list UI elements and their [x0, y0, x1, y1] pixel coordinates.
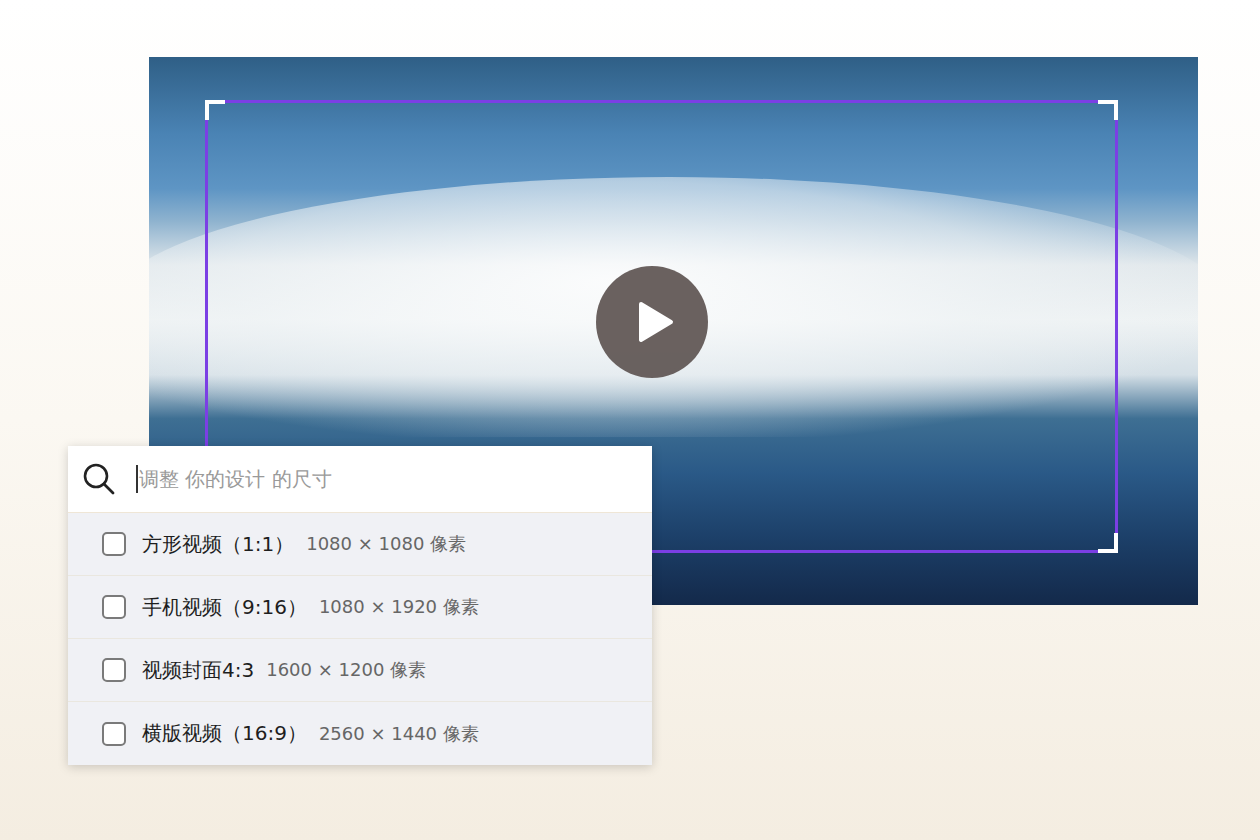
size-option[interactable]: 横版视频（16:9） 2560 × 1440 像素: [68, 702, 652, 765]
option-size: 1600 × 1200 像素: [266, 658, 426, 682]
option-size: 1080 × 1080 像素: [306, 532, 466, 556]
size-option[interactable]: 方形视频（1:1） 1080 × 1080 像素: [68, 513, 652, 576]
checkbox[interactable]: [102, 722, 126, 746]
play-button[interactable]: [596, 266, 708, 378]
option-label: 手机视频（9:16）: [142, 594, 307, 621]
size-option[interactable]: 视频封面4:3 1600 × 1200 像素: [68, 639, 652, 702]
checkbox[interactable]: [102, 532, 126, 556]
search-icon: [82, 462, 116, 496]
size-option[interactable]: 手机视频（9:16） 1080 × 1920 像素: [68, 576, 652, 639]
text-caret: [136, 465, 138, 493]
checkbox[interactable]: [102, 595, 126, 619]
option-label: 横版视频（16:9）: [142, 720, 307, 747]
resize-dropdown: 调整 你的设计 的尺寸方形视频（1:1） 1080 × 1080 像素手机视频（9…: [68, 446, 652, 765]
corner-handle[interactable]: [1098, 533, 1118, 553]
search-placeholder: 调整 你的设计 的尺寸: [139, 466, 332, 493]
corner-handle[interactable]: [1098, 100, 1118, 120]
option-label: 视频封面4:3: [142, 657, 254, 684]
search-field[interactable]: 调整 你的设计 的尺寸: [68, 446, 652, 513]
page: 调整 你的设计 的尺寸方形视频（1:1） 1080 × 1080 像素手机视频（9…: [0, 0, 1260, 840]
option-size: 1080 × 1920 像素: [319, 595, 479, 619]
play-icon: [635, 300, 675, 344]
checkbox[interactable]: [102, 658, 126, 682]
option-size: 2560 × 1440 像素: [319, 722, 479, 746]
option-label: 方形视频（1:1）: [142, 531, 294, 558]
corner-handle[interactable]: [205, 100, 225, 120]
